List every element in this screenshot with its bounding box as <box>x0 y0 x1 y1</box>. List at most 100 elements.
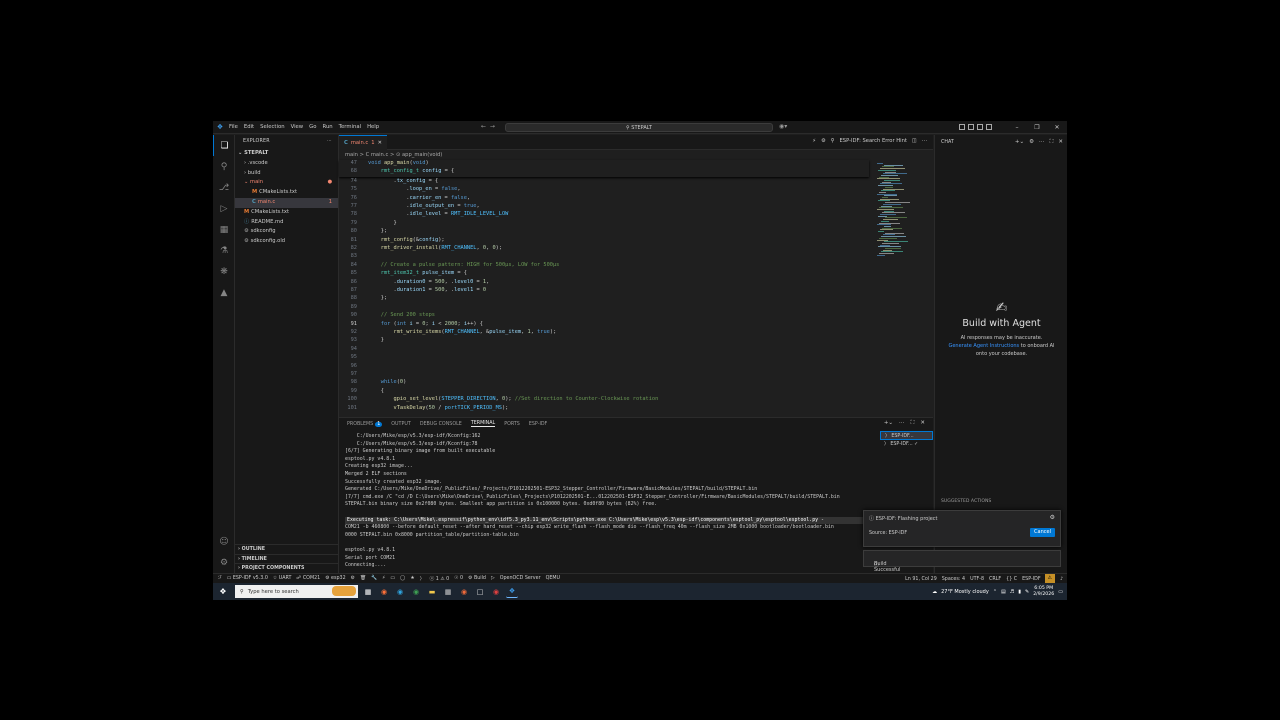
status-indentation[interactable]: Spaces: 4 <box>942 577 965 582</box>
tab-problems[interactable]: PROBLEMS 1 <box>347 421 383 427</box>
firefox-icon[interactable]: ◉ <box>378 586 390 598</box>
more-actions-icon[interactable]: ⋯ <box>1039 135 1045 150</box>
notifications-bell-icon[interactable]: ♪ <box>1060 577 1063 582</box>
chrome-icon[interactable]: ◉ <box>410 586 422 598</box>
menu-terminal[interactable]: Terminal <box>339 124 361 130</box>
status-qemu[interactable]: QEMU <box>546 576 560 581</box>
flash-icon[interactable]: ⚡ <box>812 138 816 144</box>
tab-ports[interactable]: PORTS <box>504 422 520 427</box>
app-red-icon[interactable]: ◉ <box>490 586 502 598</box>
section-timeline[interactable]: › TIMELINE <box>235 553 339 564</box>
build-flash-monitor-icon[interactable]: ★ <box>410 576 414 581</box>
close-icon[interactable]: ✕ <box>1047 121 1067 134</box>
status-encoding[interactable]: UTF-8 <box>970 577 984 582</box>
tab-esp-idf[interactable]: ESP-IDF <box>529 422 547 427</box>
tree-item-vscode[interactable]: › .vscode <box>235 159 338 169</box>
status-eol[interactable]: CRLF <box>989 577 1001 582</box>
windows-start-icon[interactable]: ❖ <box>213 583 233 600</box>
taskbar-search[interactable]: ⚲ Type here to search <box>235 585 358 598</box>
split-editor-icon[interactable]: ◫ <box>912 138 917 144</box>
status-cursor-position[interactable]: Ln 91, Col 29 <box>905 577 937 582</box>
tab-terminal[interactable]: TERMINAL <box>470 421 496 427</box>
task-view-icon[interactable]: ▦ <box>362 586 374 598</box>
command-center-search[interactable]: ⚲ STEPALT <box>505 123 773 132</box>
search-icon[interactable]: ⚲ <box>213 156 235 177</box>
monitor-icon[interactable]: ▭ <box>390 576 395 581</box>
gear-icon[interactable]: ⚙ <box>1029 135 1034 150</box>
forward-arrow-icon[interactable]: → <box>490 123 495 130</box>
more-actions-icon[interactable]: ⋯ <box>922 138 927 144</box>
toggle-panel-icon[interactable] <box>968 124 974 130</box>
terminal-icon[interactable]: 〉 <box>420 575 425 582</box>
more-actions-icon[interactable]: ⋯ <box>899 420 905 427</box>
more-actions-icon[interactable]: ⋯ <box>327 135 332 149</box>
gear-icon[interactable]: ⚙ <box>1050 514 1055 521</box>
menu-file[interactable]: File <box>229 124 238 130</box>
weather-icon[interactable]: ☁ <box>932 589 937 595</box>
minimap[interactable] <box>873 160 933 417</box>
source-control-icon[interactable]: ⎇ <box>213 177 235 198</box>
tab-main-c[interactable]: C main.c 1 ✕ <box>339 135 387 150</box>
breadcrumb[interactable]: main > C main.c > ⊙ app_main(void) <box>339 150 933 160</box>
restore-icon[interactable]: ❐ <box>1027 121 1047 134</box>
tree-item-readme[interactable]: ⓘ README.md <box>235 218 338 228</box>
tree-item-sdkconfig-old[interactable]: ⚙ sdkconfig.old <box>235 237 338 247</box>
gear-icon[interactable]: ⚙ <box>821 138 826 144</box>
clock[interactable]: 6:05 PM 2/9/2026 <box>1033 586 1054 598</box>
tree-item-main-cmakelists[interactable]: M CMakeLists.txt <box>235 188 338 198</box>
menu-help[interactable]: Help <box>367 124 379 130</box>
volume-icon[interactable]: ♬ <box>1010 589 1014 595</box>
new-chat-icon[interactable]: +⌄ <box>1015 135 1024 150</box>
maximize-panel-icon[interactable]: ⛶ <box>911 420 915 427</box>
menu-selection[interactable]: Selection <box>260 124 284 130</box>
generate-agent-instructions-link[interactable]: Generate Agent Instructions <box>948 343 1019 349</box>
chevron-up-icon[interactable]: ⌃ <box>993 589 997 595</box>
section-project-components[interactable]: › PROJECT COMPONENTS <box>235 563 339 573</box>
terminal-item[interactable]: 〉 ESP-IDF... ✓ <box>880 440 933 449</box>
tree-item-cmakelists[interactable]: M CMakeLists.txt <box>235 208 338 218</box>
tab-output[interactable]: OUTPUT <box>391 422 411 427</box>
status-target[interactable]: ⚙ esp32 <box>325 576 345 581</box>
status-port[interactable]: ☍ COM21 <box>296 576 320 581</box>
status-openocd[interactable]: OpenOCD Server <box>500 576 541 581</box>
maximize-icon[interactable]: ⛶ <box>1050 135 1054 150</box>
tree-item-main-c[interactable]: Cmain.c 1 <box>235 197 338 208</box>
section-outline[interactable]: › OUTLINE <box>235 544 339 554</box>
copilot-icon[interactable]: ◉▾ <box>779 123 799 132</box>
sdkconfig-editor-icon[interactable]: ⚙ <box>351 576 355 581</box>
account-icon[interactable]: ☺ <box>213 531 235 552</box>
vscode-taskbar-icon[interactable]: ❖ <box>506 586 518 598</box>
close-icon[interactable]: ✕ <box>1058 135 1063 150</box>
menu-view[interactable]: View <box>291 124 304 130</box>
close-panel-icon[interactable]: ✕ <box>920 420 925 427</box>
customize-layout-icon[interactable] <box>986 124 992 130</box>
code-editor[interactable]: 47 void app_main(void) 68 rmt_config_t con… <box>339 160 933 417</box>
terminal-output[interactable]: C:/Users/Mike/esp/v5.3/esp-idf/Kconfig:1… <box>345 433 865 570</box>
notification-center-icon[interactable]: ▭ <box>1058 589 1063 595</box>
toggle-secondary-sidebar-icon[interactable] <box>977 124 983 130</box>
tab-debug-console[interactable]: DEBUG CONSOLE <box>420 422 462 427</box>
flash-icon[interactable]: ⚡ <box>382 576 385 581</box>
search-error-hint[interactable]: ESP-IDF: Search Error Hint <box>840 138 907 144</box>
tree-item-main-folder[interactable]: ⌄ main ● <box>235 178 338 188</box>
weather-text[interactable]: 27°F Mostly cloudy <box>941 589 989 595</box>
remote-icon[interactable]: ℱ <box>218 576 222 581</box>
terminal-item[interactable]: 〉 ESP-IDF... <box>880 431 933 440</box>
toggle-primary-sidebar-icon[interactable] <box>959 124 965 130</box>
tree-item-build[interactable]: › build <box>235 169 338 179</box>
status-problems[interactable]: ⓧ 1 ⚠ 0 <box>429 575 449 582</box>
menu-go[interactable]: Go <box>309 124 316 130</box>
minimize-icon[interactable]: – <box>1007 121 1027 134</box>
new-terminal-icon[interactable]: +⌄ <box>884 420 893 427</box>
explorer-icon[interactable]: ❏ <box>213 135 235 156</box>
app-orange-icon[interactable]: ◉ <box>458 586 470 598</box>
calculator-icon[interactable]: ▦ <box>442 586 454 598</box>
tree-item-sdkconfig[interactable]: ⚙ sdkconfig <box>235 227 338 237</box>
search-error-hint-icon[interactable]: ⚲ <box>831 138 835 144</box>
network-icon[interactable]: ▤ <box>1001 589 1006 595</box>
build-icon[interactable]: 🔧 <box>371 576 377 581</box>
status-build[interactable]: ⚙ Build <box>468 576 486 581</box>
file-explorer-icon[interactable]: ▬ <box>426 586 438 598</box>
status-esp-idf-version[interactable]: ▭ ESP-IDF v5.3.0 <box>227 576 268 581</box>
testing-icon[interactable]: ⚗ <box>213 240 235 261</box>
